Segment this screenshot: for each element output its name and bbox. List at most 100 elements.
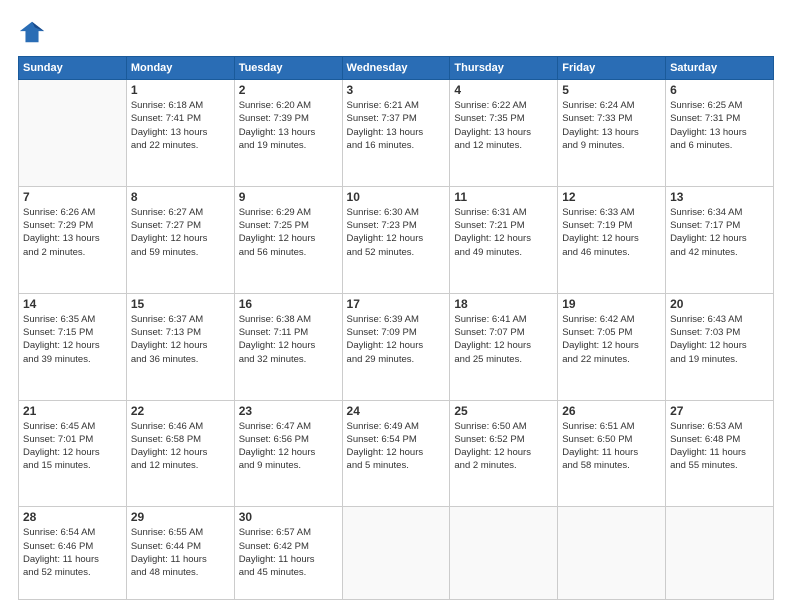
day-number: 1 [131,83,230,97]
day-info: Sunrise: 6:33 AM Sunset: 7:19 PM Dayligh… [562,206,661,259]
day-number: 28 [23,510,122,524]
weekday-header: Sunday [19,57,127,80]
day-info: Sunrise: 6:45 AM Sunset: 7:01 PM Dayligh… [23,420,122,473]
calendar-cell: 16 Sunrise: 6:38 AM Sunset: 7:11 PM Dayli… [234,293,342,400]
day-number: 15 [131,297,230,311]
day-info: Sunrise: 6:18 AM Sunset: 7:41 PM Dayligh… [131,99,230,152]
calendar-cell: 19 Sunrise: 6:42 AM Sunset: 7:05 PM Dayli… [558,293,666,400]
day-number: 6 [670,83,769,97]
day-info: Sunrise: 6:39 AM Sunset: 7:09 PM Dayligh… [347,313,446,366]
day-info: Sunrise: 6:43 AM Sunset: 7:03 PM Dayligh… [670,313,769,366]
day-number: 2 [239,83,338,97]
calendar-cell: 12 Sunrise: 6:33 AM Sunset: 7:19 PM Dayli… [558,186,666,293]
calendar-cell [450,507,558,600]
day-number: 12 [562,190,661,204]
weekday-header: Monday [126,57,234,80]
calendar-table: SundayMondayTuesdayWednesdayThursdayFrid… [18,56,774,600]
calendar-cell: 26 Sunrise: 6:51 AM Sunset: 6:50 PM Dayli… [558,400,666,507]
calendar-cell: 20 Sunrise: 6:43 AM Sunset: 7:03 PM Dayli… [666,293,774,400]
calendar-cell: 15 Sunrise: 6:37 AM Sunset: 7:13 PM Dayli… [126,293,234,400]
calendar-cell [558,507,666,600]
calendar-cell: 14 Sunrise: 6:35 AM Sunset: 7:15 PM Dayli… [19,293,127,400]
calendar-cell: 4 Sunrise: 6:22 AM Sunset: 7:35 PM Daylig… [450,80,558,187]
calendar-cell: 10 Sunrise: 6:30 AM Sunset: 7:23 PM Dayli… [342,186,450,293]
weekday-header-row: SundayMondayTuesdayWednesdayThursdayFrid… [19,57,774,80]
day-info: Sunrise: 6:51 AM Sunset: 6:50 PM Dayligh… [562,420,661,473]
calendar-cell: 13Sunrise: 6:34 AM Sunset: 7:17 PM Dayli… [666,186,774,293]
day-number: 21 [23,404,122,418]
day-number: 23 [239,404,338,418]
day-info: Sunrise: 6:29 AM Sunset: 7:25 PM Dayligh… [239,206,338,259]
day-number: 18 [454,297,553,311]
day-info: Sunrise: 6:27 AM Sunset: 7:27 PM Dayligh… [131,206,230,259]
header [18,18,774,46]
calendar-cell: 21 Sunrise: 6:45 AM Sunset: 7:01 PM Dayli… [19,400,127,507]
day-number: 19 [562,297,661,311]
day-info: Sunrise: 6:35 AM Sunset: 7:15 PM Dayligh… [23,313,122,366]
day-info: Sunrise: 6:31 AM Sunset: 7:21 PM Dayligh… [454,206,553,259]
calendar-cell: 1 Sunrise: 6:18 AM Sunset: 7:41 PM Daylig… [126,80,234,187]
calendar-cell: 30 Sunrise: 6:57 AM Sunset: 6:42 PM Dayli… [234,507,342,600]
calendar-cell: 27 Sunrise: 6:53 AM Sunset: 6:48 PM Dayli… [666,400,774,507]
calendar-cell: 3 Sunrise: 6:21 AM Sunset: 7:37 PM Daylig… [342,80,450,187]
day-info: Sunrise: 6:22 AM Sunset: 7:35 PM Dayligh… [454,99,553,152]
day-info: Sunrise: 6:21 AM Sunset: 7:37 PM Dayligh… [347,99,446,152]
day-number: 30 [239,510,338,524]
day-number: 25 [454,404,553,418]
day-info: Sunrise: 6:41 AM Sunset: 7:07 PM Dayligh… [454,313,553,366]
logo-icon [18,18,46,46]
calendar-cell: 24 Sunrise: 6:49 AM Sunset: 6:54 PM Dayli… [342,400,450,507]
weekday-header: Saturday [666,57,774,80]
day-number: 11 [454,190,553,204]
day-number: 13 [670,190,769,204]
calendar-cell: 22Sunrise: 6:46 AM Sunset: 6:58 PM Dayli… [126,400,234,507]
day-info: Sunrise: 6:24 AM Sunset: 7:33 PM Dayligh… [562,99,661,152]
day-number: 27 [670,404,769,418]
calendar-cell: 9 Sunrise: 6:29 AM Sunset: 7:25 PM Daylig… [234,186,342,293]
day-info: Sunrise: 6:38 AM Sunset: 7:11 PM Dayligh… [239,313,338,366]
day-number: 17 [347,297,446,311]
day-number: 10 [347,190,446,204]
day-number: 24 [347,404,446,418]
day-number: 8 [131,190,230,204]
calendar-cell: 6 Sunrise: 6:25 AM Sunset: 7:31 PM Daylig… [666,80,774,187]
calendar-cell [342,507,450,600]
calendar-cell: 11 Sunrise: 6:31 AM Sunset: 7:21 PM Dayli… [450,186,558,293]
calendar-cell: 2 Sunrise: 6:20 AM Sunset: 7:39 PM Daylig… [234,80,342,187]
day-number: 7 [23,190,122,204]
calendar-cell: 28Sunrise: 6:54 AM Sunset: 6:46 PM Dayli… [19,507,127,600]
day-info: Sunrise: 6:50 AM Sunset: 6:52 PM Dayligh… [454,420,553,473]
calendar-cell: 25 Sunrise: 6:50 AM Sunset: 6:52 PM Dayli… [450,400,558,507]
day-info: Sunrise: 6:57 AM Sunset: 6:42 PM Dayligh… [239,526,338,579]
day-number: 5 [562,83,661,97]
day-info: Sunrise: 6:20 AM Sunset: 7:39 PM Dayligh… [239,99,338,152]
day-info: Sunrise: 6:37 AM Sunset: 7:13 PM Dayligh… [131,313,230,366]
calendar-cell: 29 Sunrise: 6:55 AM Sunset: 6:44 PM Dayli… [126,507,234,600]
day-info: Sunrise: 6:42 AM Sunset: 7:05 PM Dayligh… [562,313,661,366]
calendar-cell: 18 Sunrise: 6:41 AM Sunset: 7:07 PM Dayli… [450,293,558,400]
day-number: 3 [347,83,446,97]
day-number: 29 [131,510,230,524]
day-info: Sunrise: 6:26 AM Sunset: 7:29 PM Dayligh… [23,206,122,259]
day-number: 20 [670,297,769,311]
calendar-cell: 8 Sunrise: 6:27 AM Sunset: 7:27 PM Daylig… [126,186,234,293]
day-info: Sunrise: 6:46 AM Sunset: 6:58 PM Dayligh… [131,420,230,473]
day-number: 26 [562,404,661,418]
weekday-header: Tuesday [234,57,342,80]
calendar-cell [666,507,774,600]
day-info: Sunrise: 6:47 AM Sunset: 6:56 PM Dayligh… [239,420,338,473]
weekday-header: Friday [558,57,666,80]
day-info: Sunrise: 6:25 AM Sunset: 7:31 PM Dayligh… [670,99,769,152]
calendar-cell: 7 Sunrise: 6:26 AM Sunset: 7:29 PM Daylig… [19,186,127,293]
day-number: 4 [454,83,553,97]
day-number: 14 [23,297,122,311]
day-info: Sunrise: 6:53 AM Sunset: 6:48 PM Dayligh… [670,420,769,473]
day-number: 16 [239,297,338,311]
day-info: Sunrise: 6:55 AM Sunset: 6:44 PM Dayligh… [131,526,230,579]
day-info: Sunrise: 6:49 AM Sunset: 6:54 PM Dayligh… [347,420,446,473]
logo [18,18,50,46]
day-info: Sunrise: 6:30 AM Sunset: 7:23 PM Dayligh… [347,206,446,259]
day-number: 9 [239,190,338,204]
weekday-header: Thursday [450,57,558,80]
calendar-cell: 23 Sunrise: 6:47 AM Sunset: 6:56 PM Dayli… [234,400,342,507]
